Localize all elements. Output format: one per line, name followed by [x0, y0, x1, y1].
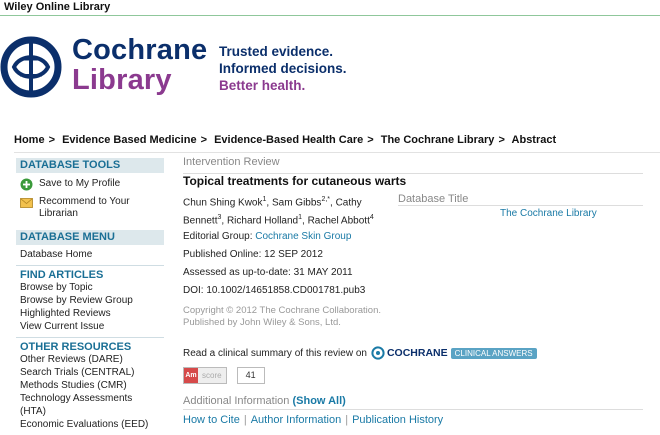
find-articles-heading: FIND ARTICLES — [20, 269, 104, 281]
altmetric-score-value: 41 — [236, 367, 265, 384]
cochrane-clinical-answers-link[interactable]: COCHRANE CLINICAL ANSWERS — [371, 346, 537, 360]
breadcrumb-evidence-based-health-care[interactable]: Evidence-Based Health Care — [214, 134, 363, 146]
recommend-to-librarian-label: Recommend to Your Librarian — [39, 196, 130, 219]
copyright-notice: Copyright © 2012 The Cochrane Collaborat… — [183, 305, 443, 329]
author-name[interactable]: Richard Holland — [227, 216, 298, 227]
breadcrumb-abstract: Abstract — [511, 134, 557, 146]
breadcrumb-evidence-based-medicine[interactable]: Evidence Based Medicine — [62, 134, 197, 146]
assessed-date: Assessed as up-to-date: 31 MAY 2011 — [183, 267, 353, 278]
sidebar-item-database-home[interactable]: Database Home — [16, 248, 164, 261]
copyright-line-1: Copyright © 2012 The Cochrane Collaborat… — [183, 305, 381, 316]
sidebar: DATABASE TOOLS Save to My Profile Recomm… — [16, 158, 164, 431]
breadcrumb-separator: > — [200, 134, 207, 146]
sidebar-item-highlighted-reviews[interactable]: Highlighted Reviews — [16, 307, 164, 320]
additional-information-label: Additional Information — [183, 395, 290, 407]
database-title-label: Database Title — [398, 193, 469, 205]
author-list: Chun Shing Kwok1, Sam Gibbs2,*, Cathy Be… — [183, 196, 374, 227]
cochrane-clinical-answers-icon — [371, 346, 385, 360]
author-name[interactable]: Chun Shing Kwok — [183, 197, 263, 208]
breadcrumb-separator: > — [367, 134, 374, 146]
database-tools-heading: DATABASE TOOLS — [16, 158, 164, 173]
database-menu-heading: DATABASE MENU — [16, 230, 164, 245]
author-affiliation: 1 — [298, 214, 303, 222]
altmetric-badge[interactable]: Am score — [183, 367, 227, 384]
sidebar-item-browse-by-review-group[interactable]: Browse by Review Group — [16, 294, 164, 307]
additional-information-links: How to Cite | Author Information | Publicati… — [183, 414, 443, 426]
breadcrumb-separator: > — [48, 134, 55, 146]
sidebar-item-browse-by-topic[interactable]: Browse by Topic — [16, 281, 164, 294]
author-name[interactable]: Rachel Abbott — [308, 216, 370, 227]
sidebar-item-technology-assessments[interactable]: Technology Assessments (HTA) — [16, 392, 164, 418]
how-to-cite-link[interactable]: How to Cite — [183, 414, 240, 426]
copyright-line-2: Published by John Wiley & Sons, Ltd. — [183, 317, 341, 328]
clinical-answers-badge: CLINICAL ANSWERS — [450, 347, 537, 359]
other-resources-heading: OTHER RESOURCES — [20, 341, 132, 353]
logo-cochrane-text: Cochrane — [72, 34, 208, 66]
sidebar-item-economic-evaluations[interactable]: Economic Evaluations (EED) — [16, 418, 164, 431]
logo-library-text: Library — [72, 64, 172, 96]
envelope-icon — [20, 198, 33, 208]
database-title-divider — [398, 205, 643, 206]
altmetric-widget[interactable]: Am score 41 — [183, 367, 265, 384]
altmetric-score-label: score — [198, 368, 226, 383]
link-separator: | — [243, 414, 247, 426]
sidebar-item-methods-studies[interactable]: Methods Studies (CMR) — [16, 379, 164, 392]
top-bar: Wiley Online Library — [0, 0, 660, 16]
sidebar-item-other-reviews[interactable]: Other Reviews (DARE) — [16, 353, 164, 366]
altmetric-icon: Am — [184, 368, 198, 383]
sidebar-divider — [16, 337, 164, 338]
author-name[interactable]: Sam Gibbs — [272, 197, 321, 208]
clinical-summary: Read a clinical summary of this review o… — [183, 346, 537, 360]
sidebar-item-view-current-issue[interactable]: View Current Issue — [16, 320, 164, 333]
publication-history-link[interactable]: Publication History — [352, 414, 443, 426]
author-affiliation: 1 — [262, 196, 267, 203]
tagline-line-3: Better health. — [219, 78, 306, 93]
additional-information-divider — [183, 409, 643, 410]
cochrane-logo-icon[interactable] — [0, 36, 62, 98]
save-to-profile-label: Save to My Profile — [39, 178, 121, 189]
editorial-group-link[interactable]: Cochrane Skin Group — [255, 231, 351, 242]
author-affiliation: 4 — [369, 214, 374, 222]
breadcrumb: Home > Evidence Based Medicine > Evidence-… — [14, 134, 556, 146]
show-all-link[interactable]: (Show All) — [292, 395, 345, 407]
author-affiliation: 3 — [217, 214, 222, 222]
tagline-line-1: Trusted evidence. — [219, 44, 334, 59]
doi: DOI: 10.1002/14651858.CD001781.pub3 — [183, 285, 366, 296]
save-to-profile-link[interactable]: Save to My Profile — [16, 178, 164, 191]
recommend-to-librarian-link[interactable]: Recommend to Your Librarian — [16, 196, 164, 220]
breadcrumb-separator: > — [498, 134, 505, 146]
review-type-label: Intervention Review — [183, 156, 280, 168]
editorial-group-label: Editorial Group: — [183, 231, 253, 242]
additional-information-heading: Additional Information (Show All) — [183, 395, 346, 407]
sidebar-item-search-trials[interactable]: Search Trials (CENTRAL) — [16, 366, 164, 379]
plus-circle-icon — [20, 178, 33, 191]
database-title-link[interactable]: The Cochrane Library — [500, 208, 597, 219]
link-separator: | — [345, 414, 349, 426]
tagline-line-2: Informed decisions. — [219, 61, 347, 76]
editorial-group: Editorial Group: Cochrane Skin Group — [183, 231, 351, 242]
wiley-online-library-link[interactable]: Wiley Online Library — [4, 1, 110, 13]
breadcrumb-home[interactable]: Home — [14, 134, 45, 146]
breadcrumb-divider — [14, 152, 660, 153]
sidebar-divider — [16, 265, 164, 266]
author-information-link[interactable]: Author Information — [251, 414, 342, 426]
author-affiliation: 2,* — [321, 196, 330, 203]
cochrane-clinical-answers-name: COCHRANE — [386, 347, 448, 359]
article-title: Topical treatments for cutaneous warts — [183, 174, 407, 188]
published-date: Published Online: 12 SEP 2012 — [183, 249, 323, 260]
clinical-summary-text: Read a clinical summary of this review o… — [183, 347, 367, 359]
breadcrumb-cochrane-library[interactable]: The Cochrane Library — [381, 134, 495, 146]
main-content: Intervention Review Topical treatments f… — [183, 156, 643, 426]
